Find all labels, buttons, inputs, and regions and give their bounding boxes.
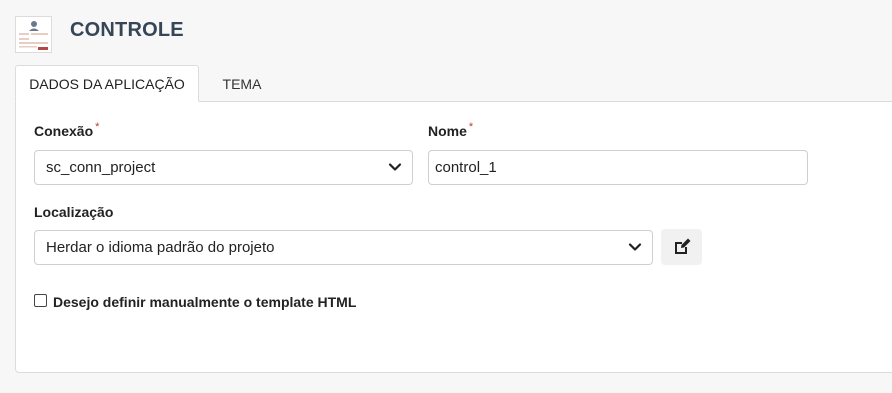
nome-input[interactable]: control_1 bbox=[428, 150, 808, 185]
localizacao-label: Localização bbox=[34, 204, 114, 220]
app-document-icon bbox=[15, 15, 52, 53]
edit-icon bbox=[674, 238, 690, 254]
tab-tema[interactable]: TEMA bbox=[199, 65, 285, 102]
tab-dados-da-aplicacao[interactable]: DADOS DA APLICAÇÃO bbox=[15, 65, 199, 102]
tab-bar: DADOS DA APLICAÇÃO TEMA bbox=[15, 65, 892, 102]
required-marker: * bbox=[95, 121, 100, 133]
conexao-label: Conexão * bbox=[34, 121, 100, 139]
localizacao-select[interactable]: Herdar o idioma padrão do projeto bbox=[34, 230, 653, 265]
required-marker: * bbox=[468, 121, 474, 133]
edit-localizacao-button[interactable] bbox=[661, 229, 702, 265]
nome-label-text: Nome bbox=[428, 123, 467, 139]
page-title: CONTROLE bbox=[70, 19, 184, 41]
app-header bbox=[15, 14, 52, 54]
conexao-select[interactable]: sc_conn_project bbox=[34, 150, 413, 185]
template-checkbox-label[interactable]: Desejo definir manualmente o template HT… bbox=[53, 294, 356, 310]
chevron-down-icon bbox=[388, 162, 402, 171]
conexao-label-text: Conexão bbox=[34, 123, 94, 139]
chevron-down-icon bbox=[628, 242, 642, 251]
conexao-select-value: sc_conn_project bbox=[46, 159, 156, 176]
nome-input-value: control_1 bbox=[435, 159, 497, 176]
template-checkbox[interactable] bbox=[34, 293, 47, 307]
nome-label: Nome * bbox=[428, 121, 474, 139]
localizacao-select-value: Herdar o idioma padrão do projeto bbox=[46, 239, 275, 256]
template-checkbox-row[interactable]: Desejo definir manualmente o template HT… bbox=[34, 290, 356, 310]
